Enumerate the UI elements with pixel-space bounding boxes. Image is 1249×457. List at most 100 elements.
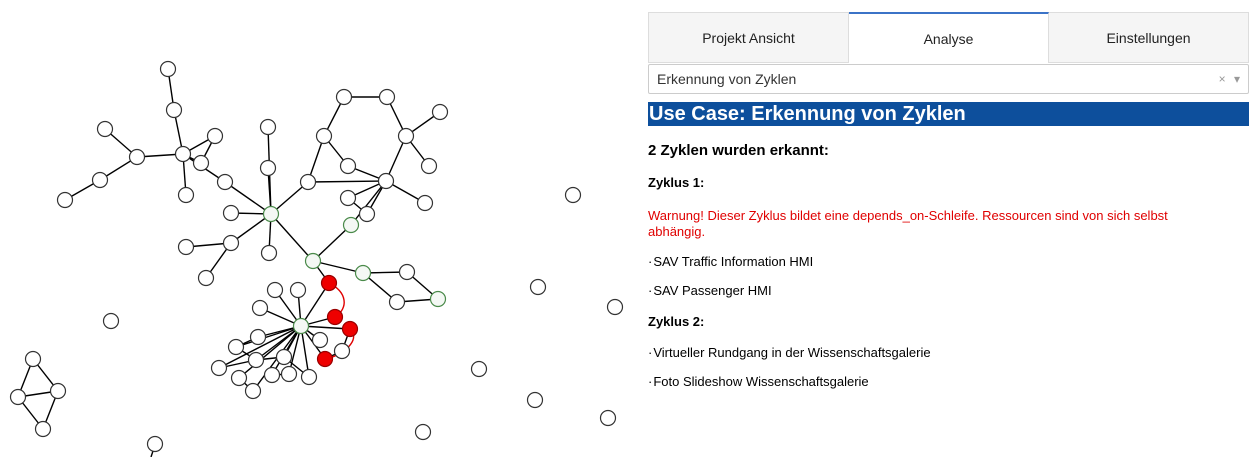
analysis-panel: Projekt Ansicht Analyse Einstellungen Er… — [648, 12, 1249, 457]
graph-node[interactable] — [339, 157, 357, 175]
clear-icon[interactable]: × — [1219, 72, 1226, 86]
dependency-graph[interactable] — [0, 0, 640, 457]
graph-node[interactable] — [227, 338, 245, 356]
graph-node[interactable] — [599, 409, 617, 427]
tab-einstellungen[interactable]: Einstellungen — [1049, 12, 1249, 62]
graph-node[interactable] — [289, 281, 307, 299]
graph-node[interactable] — [529, 278, 547, 296]
graph-edge — [150, 450, 154, 457]
graph-node[interactable] — [416, 194, 434, 212]
graph-node[interactable] — [564, 186, 582, 204]
graph-node[interactable] — [244, 382, 262, 400]
graph-node[interactable] — [388, 293, 406, 311]
graph-node[interactable] — [263, 366, 281, 384]
bullet: · — [648, 374, 653, 389]
graph-node[interactable] — [128, 148, 146, 166]
graph-node-cycle[interactable] — [320, 274, 338, 292]
graph-node[interactable] — [222, 234, 240, 252]
graph-node[interactable] — [606, 298, 624, 316]
cycle-item-label: SAV Traffic Information HMI — [653, 254, 814, 269]
cycle-1-item: ·SAV Passenger HMI — [648, 283, 1249, 298]
use-case-banner: Use Case: Erkennung von Zyklen — [648, 102, 1249, 126]
graph-node[interactable] — [9, 388, 27, 406]
graph-node[interactable] — [24, 350, 42, 368]
graph-node[interactable] — [222, 204, 240, 222]
graph-node[interactable] — [206, 127, 224, 145]
graph-edge — [270, 213, 314, 262]
cycle-2-item: ·Virtueller Rundgang in der Wissenschaft… — [648, 345, 1249, 360]
graph-edges — [17, 68, 441, 457]
graph-node[interactable] — [280, 365, 298, 383]
graph-node-cycle[interactable] — [316, 350, 334, 368]
cycle-2-item: ·Foto Slideshow Wissenschaftsgalerie — [648, 374, 1249, 389]
graph-node[interactable] — [165, 101, 183, 119]
graph-node[interactable] — [299, 173, 317, 191]
graph-node[interactable] — [339, 189, 357, 207]
graph-node[interactable] — [249, 328, 267, 346]
graph-node[interactable] — [197, 269, 215, 287]
graph-node[interactable] — [333, 342, 351, 360]
graph-node-highlighted[interactable] — [304, 252, 322, 270]
graph-node[interactable] — [470, 360, 488, 378]
bullet: · — [648, 345, 653, 360]
graph-node[interactable] — [192, 154, 210, 172]
graph-node-highlighted[interactable] — [354, 264, 372, 282]
graph-node[interactable] — [260, 244, 278, 262]
graph-node[interactable] — [102, 312, 120, 330]
graph-node[interactable] — [266, 281, 284, 299]
graph-node[interactable] — [311, 331, 329, 349]
graph-node[interactable] — [397, 127, 415, 145]
tab-analyse[interactable]: Analyse — [849, 12, 1049, 63]
graph-node[interactable] — [420, 157, 438, 175]
tab-bar: Projekt Ansicht Analyse Einstellungen — [648, 12, 1249, 63]
graph-node-highlighted[interactable] — [292, 317, 310, 335]
graph-node[interactable] — [247, 351, 265, 369]
graph-node[interactable] — [96, 120, 114, 138]
graph-node[interactable] — [259, 159, 277, 177]
graph-node-highlighted[interactable] — [342, 216, 360, 234]
graph-node-highlighted[interactable] — [262, 205, 280, 223]
graph-edge — [307, 180, 387, 183]
cycle-item-label: SAV Passenger HMI — [653, 283, 772, 298]
graph-node[interactable] — [177, 238, 195, 256]
graph-node[interactable] — [275, 348, 293, 366]
graph-node[interactable] — [259, 118, 277, 136]
graph-node[interactable] — [414, 423, 432, 441]
graph-node[interactable] — [91, 171, 109, 189]
graph-node[interactable] — [146, 435, 164, 453]
graph-node[interactable] — [398, 263, 416, 281]
cycle-2-title: Zyklus 2: — [648, 314, 705, 329]
cycle-item-label: Foto Slideshow Wissenschaftsgalerie — [653, 374, 869, 389]
use-case-select-value: Erkennung von Zyklen — [657, 71, 797, 87]
graph-node[interactable] — [315, 127, 333, 145]
graph-nodes — [9, 60, 624, 453]
graph-node[interactable] — [216, 173, 234, 191]
graph-node[interactable] — [377, 172, 395, 190]
graph-node[interactable] — [358, 205, 376, 223]
cycle-summary: 2 Zyklen wurden erkannt: — [648, 142, 829, 159]
use-case-select[interactable]: Erkennung von Zyklen × ▾ — [648, 64, 1249, 94]
graph-node[interactable] — [431, 103, 449, 121]
cycle-1-item: ·SAV Traffic Information HMI — [648, 254, 1249, 269]
graph-node[interactable] — [177, 186, 195, 204]
graph-node[interactable] — [335, 88, 353, 106]
graph-node-highlighted[interactable] — [429, 290, 447, 308]
bullet: · — [648, 283, 653, 298]
tab-projekt-ansicht[interactable]: Projekt Ansicht — [648, 12, 849, 62]
graph-node[interactable] — [526, 391, 544, 409]
cycle-1-warning: Warnung! Dieser Zyklus bildet eine depen… — [648, 208, 1168, 239]
graph-node[interactable] — [49, 382, 67, 400]
graph-node-cycle[interactable] — [326, 308, 344, 326]
graph-node[interactable] — [56, 191, 74, 209]
cycle-1-title: Zyklus 1: — [648, 175, 705, 190]
graph-node[interactable] — [251, 299, 269, 317]
graph-node[interactable] — [159, 60, 177, 78]
graph-node[interactable] — [174, 145, 192, 163]
graph-node[interactable] — [34, 420, 52, 438]
graph-node[interactable] — [378, 88, 396, 106]
graph-node[interactable] — [300, 368, 318, 386]
graph-node-cycle[interactable] — [341, 320, 359, 338]
graph-node[interactable] — [210, 359, 228, 377]
chevron-down-icon[interactable]: ▾ — [1234, 72, 1240, 86]
graph-node[interactable] — [230, 369, 248, 387]
